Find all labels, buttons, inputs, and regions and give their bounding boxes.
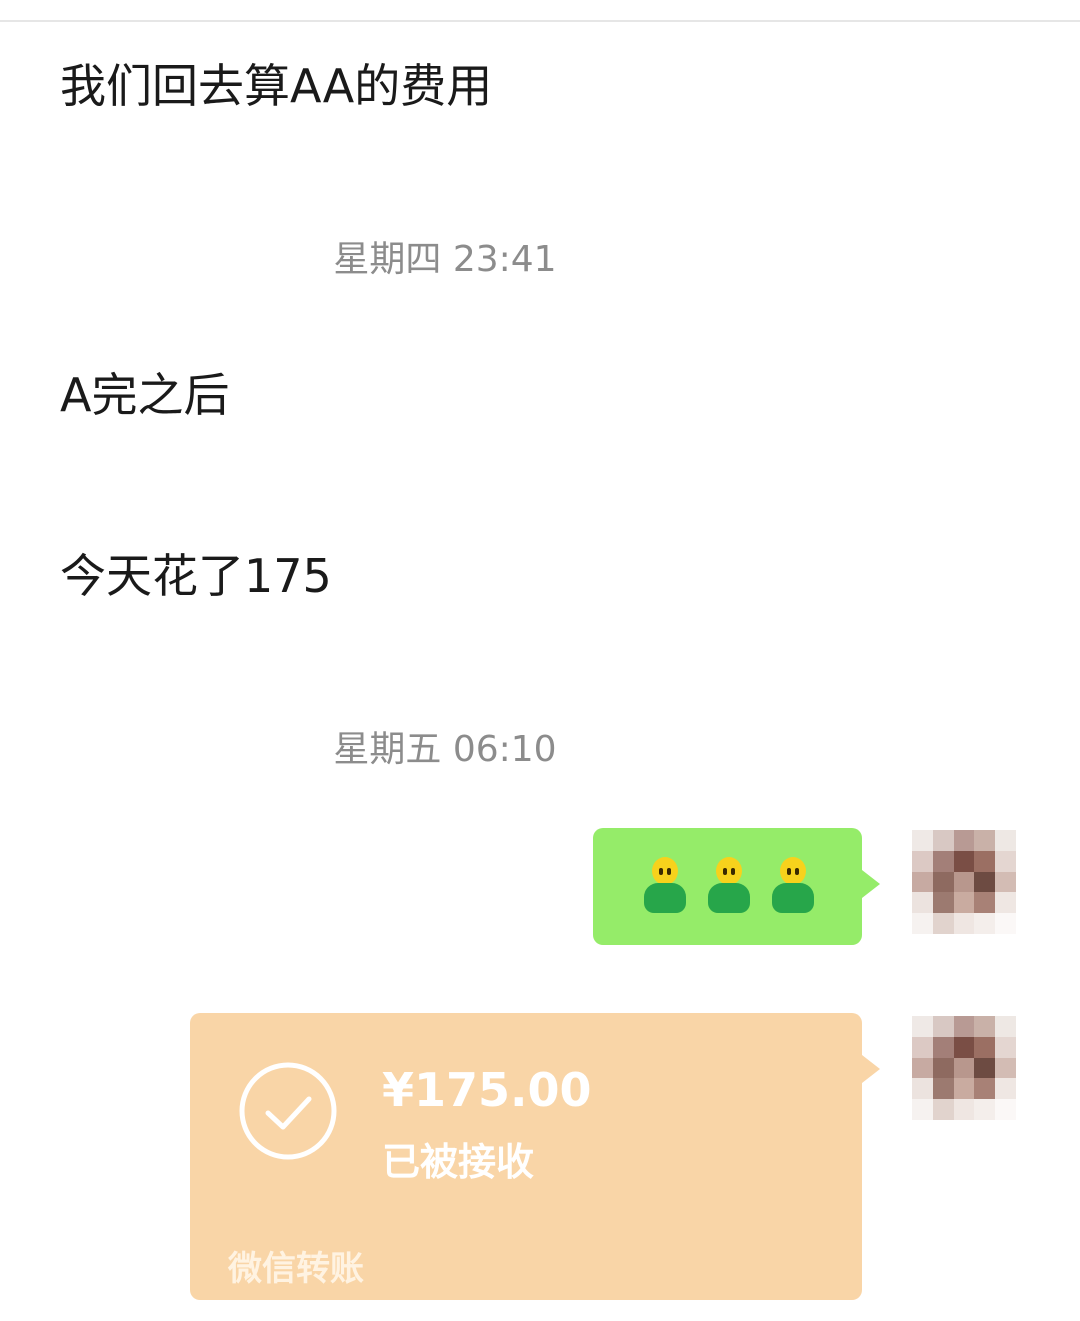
timestamp: 星期五 06:10 — [333, 729, 557, 770]
person-green-shirt-emoji-icon — [768, 856, 816, 917]
sent-emoji-message[interactable] — [593, 828, 880, 945]
wechat-transfer-card[interactable]: ¥175.00 已被接收 微信转账 — [190, 1013, 880, 1300]
top-divider — [0, 20, 1080, 22]
avatar[interactable] — [912, 1016, 1016, 1120]
person-green-shirt-emoji-icon — [640, 856, 688, 917]
timestamp: 星期四 23:41 — [333, 239, 557, 280]
transfer-footer-label: 微信转账 — [228, 1249, 364, 1289]
received-message[interactable]: 我们回去算AA的费用 — [60, 63, 492, 109]
received-message[interactable]: 今天花了175 — [60, 553, 332, 599]
transfer-status: 已被接收 — [382, 1140, 535, 1184]
person-green-shirt-emoji-icon — [704, 856, 752, 917]
avatar[interactable] — [912, 830, 1016, 934]
check-circle-icon — [239, 1062, 337, 1160]
received-message[interactable]: A完之后 — [60, 372, 229, 418]
transfer-amount: ¥175.00 — [382, 1063, 592, 1117]
chat-window: 我们回去算AA的费用 星期四 23:41 A完之后 今天花了175 星期五 06… — [0, 0, 1080, 1321]
